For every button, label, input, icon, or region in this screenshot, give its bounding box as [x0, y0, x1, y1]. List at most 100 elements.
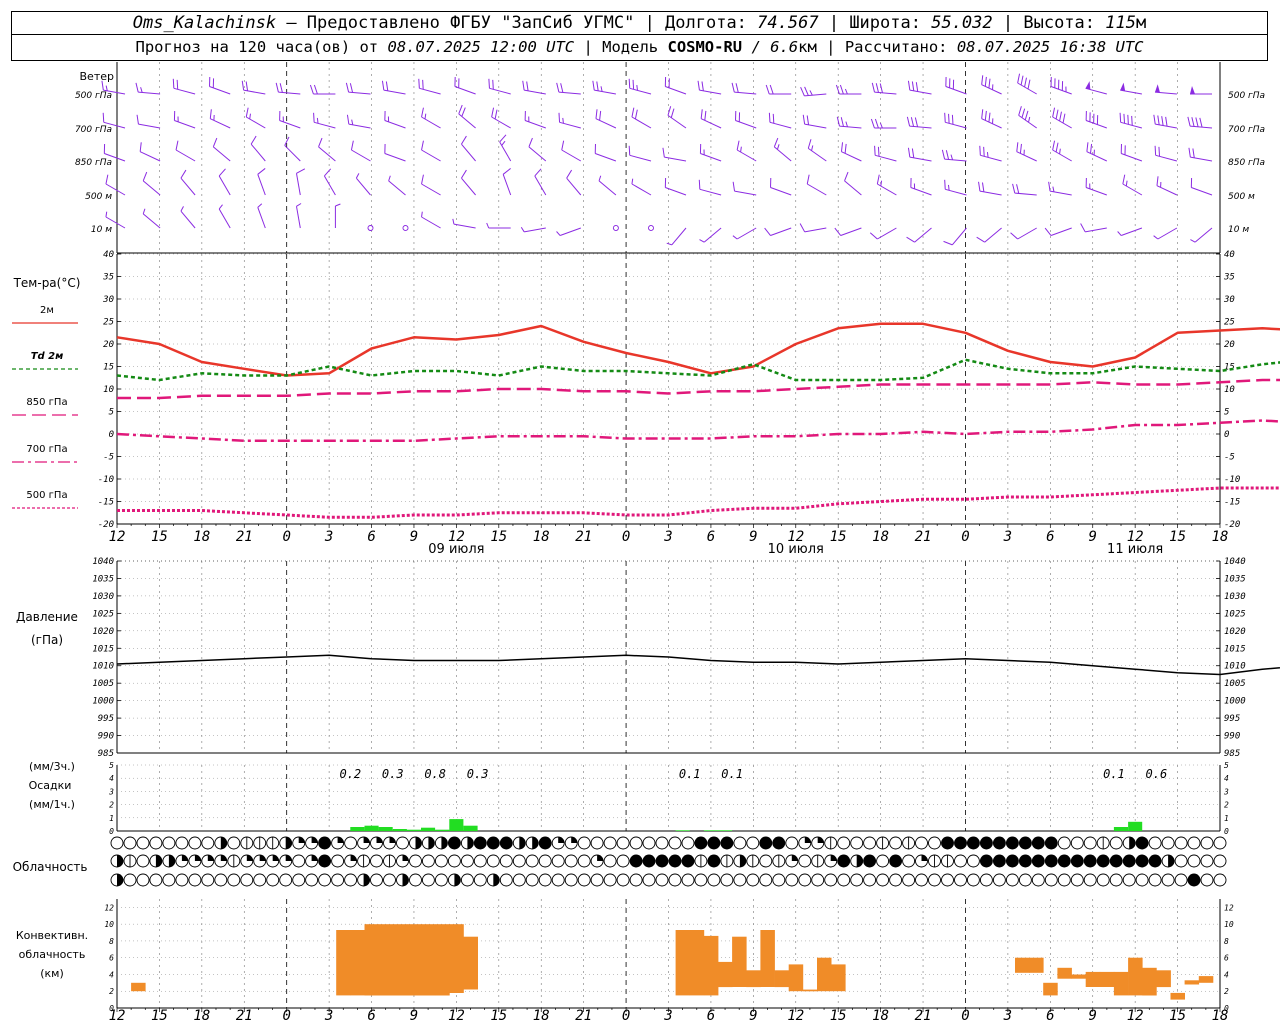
cloud-circle	[409, 854, 422, 868]
cloud-circle	[1031, 873, 1045, 887]
cloud-symbol	[1109, 836, 1123, 850]
wind-barb-half	[355, 173, 360, 179]
wind-barb-feather	[592, 80, 595, 91]
wind-barb	[295, 168, 306, 196]
cloud-sector	[350, 855, 357, 861]
cloud-sector	[298, 837, 305, 843]
cloud-sector	[791, 855, 798, 861]
cloud-sector	[467, 837, 474, 849]
wind-barb	[323, 168, 336, 196]
wind-barb-feather	[275, 82, 279, 93]
cloud-circle	[746, 873, 760, 887]
cloud-circle	[1200, 854, 1214, 868]
x-tick-label: 18	[193, 529, 210, 545]
wind-barb	[566, 169, 582, 196]
wind-barb-feather	[1085, 110, 1087, 121]
wind-barb	[871, 82, 897, 95]
wind-barb-staff	[218, 175, 231, 196]
wind-barb	[520, 226, 546, 233]
cloud-symbol	[629, 873, 643, 887]
wind-barb-feather	[764, 227, 771, 236]
x-tick-label: 15	[830, 1008, 847, 1024]
convective-unit: (км)	[40, 967, 64, 980]
wind-barb-feather	[209, 76, 211, 87]
wind-barb-staff	[1050, 86, 1072, 95]
cloud-circle	[616, 873, 630, 887]
wind-barb-feather	[561, 140, 565, 151]
wind-barb-feather	[914, 117, 919, 127]
wind-barb-feather	[1048, 181, 1051, 192]
wind-level-label: 10 м	[1228, 225, 1249, 235]
wind-barb-feather	[1199, 117, 1203, 128]
wind-barb	[1050, 76, 1072, 95]
wind-barb-staff	[1121, 227, 1143, 236]
wind-barb	[142, 208, 161, 229]
y-tick-label: 5	[1224, 761, 1229, 770]
cloud-symbol	[668, 836, 682, 850]
cloud-symbol	[499, 836, 513, 850]
y-tick-label: 2	[1224, 987, 1229, 996]
altitude-label: | Высота:	[1002, 13, 1096, 33]
cloud-sector	[707, 837, 720, 849]
wind-barb	[1048, 181, 1072, 196]
y-tick-label: 1010	[92, 662, 114, 672]
longitude-value: 74.567	[757, 13, 819, 33]
wind-barb	[869, 227, 897, 240]
cloud-sector	[1129, 837, 1136, 849]
cloud-symbol	[538, 836, 552, 850]
wind-barb-staff	[558, 91, 581, 95]
wind-barb-feather	[800, 87, 805, 97]
x-tick-label: 3	[324, 529, 333, 545]
wind-barb	[499, 134, 512, 162]
wind-barb-feather	[664, 177, 667, 188]
y-tick-label: 0	[1224, 430, 1229, 440]
wind-barb-staff	[351, 149, 371, 162]
cloud-circle	[162, 836, 176, 850]
cloud-circle	[1174, 836, 1188, 850]
wind-barb-feather	[984, 76, 987, 87]
wind-barb-feather	[103, 143, 106, 154]
wind-barb-half	[598, 175, 602, 182]
wind-barb-staff	[1017, 82, 1037, 95]
wind-calm-circle	[367, 225, 374, 231]
x-tick-label: 6	[1046, 1008, 1054, 1024]
wind-barb-feather	[911, 148, 915, 158]
wind-barb	[944, 112, 967, 129]
wind-barb-half	[879, 122, 883, 129]
convective-bar	[703, 935, 719, 996]
cloud-symbol	[720, 836, 734, 850]
y-tick-label: 995	[1224, 714, 1240, 724]
cloud-sector	[448, 837, 461, 849]
y-tick-label: 4	[1224, 774, 1229, 783]
wind-barb-staff	[1016, 151, 1037, 162]
wind-barb	[1188, 147, 1213, 162]
cloud-circle	[253, 873, 267, 887]
wind-barb-feather	[1089, 143, 1093, 154]
convective-bar	[675, 930, 691, 996]
wind-barb-feather	[738, 112, 741, 122]
wind-barb	[765, 84, 792, 95]
x-tick-label: 0	[282, 1008, 290, 1024]
cloud-symbol	[629, 836, 643, 850]
wind-barb-feather	[870, 118, 875, 129]
y-tick-label: 1015	[92, 644, 114, 654]
wind-barb-staff	[1155, 154, 1178, 162]
wind-barb-staff	[421, 149, 441, 162]
wind-barb-staff	[213, 146, 231, 162]
wind-barb-feather	[770, 177, 772, 188]
cloud-symbol	[1044, 854, 1058, 868]
wind-barb	[318, 137, 336, 162]
cloud-circle	[785, 836, 799, 850]
cloud-symbol	[966, 873, 980, 887]
cloud-circle	[1200, 873, 1214, 887]
wind-barb-staff	[243, 89, 266, 95]
cloud-circle	[175, 873, 189, 887]
y-tick-label: 4	[109, 774, 114, 783]
cloud-circle	[616, 836, 630, 850]
cloud-symbol	[915, 836, 928, 850]
wind-barb-feather	[1192, 148, 1195, 158]
wind-barb-staff	[566, 177, 582, 196]
cloud-symbol	[1187, 854, 1201, 868]
cloud-symbol	[162, 854, 176, 868]
cloud-circle	[175, 836, 189, 850]
